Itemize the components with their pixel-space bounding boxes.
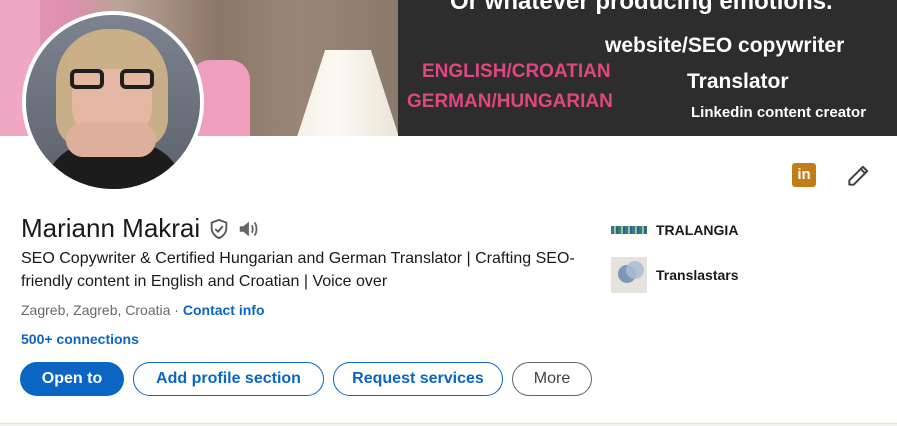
banner-text-english: ENGLISH/CROATIAN xyxy=(422,61,611,82)
connections-link[interactable]: 500+ connections xyxy=(21,331,139,347)
linkedin-badge-icon[interactable]: in xyxy=(792,163,816,187)
add-profile-section-button[interactable]: Add profile section xyxy=(133,362,324,396)
contact-info-link[interactable]: Contact info xyxy=(183,302,265,318)
separator: · xyxy=(170,302,183,318)
banner-text-linkedin: Linkedin content creator xyxy=(691,104,867,121)
company-translastars[interactable]: Translastars xyxy=(611,257,739,293)
tralangia-logo xyxy=(611,212,647,248)
company-tralangia[interactable]: TRALANGIA xyxy=(611,212,738,248)
profile-actions: Open to Add profile section Request serv… xyxy=(20,362,592,396)
profile-name: Mariann Makrai xyxy=(21,213,201,243)
company-name: Translastars xyxy=(656,267,739,283)
banner-chalkboard: Or whatever producing emotions. website/… xyxy=(398,0,897,136)
pencil-icon[interactable] xyxy=(845,163,871,189)
company-name: TRALANGIA xyxy=(656,222,739,238)
profile-photo[interactable] xyxy=(22,11,204,193)
profile-headline: SEO Copywriter & Certified Hungarian and… xyxy=(21,250,575,290)
translastars-logo xyxy=(611,257,647,293)
banner-text-german: GERMAN/HUNGARIAN xyxy=(407,91,613,112)
location-row: Zagreb, Zagreb, Croatia · Contact info xyxy=(21,302,265,318)
request-services-button[interactable]: Request services xyxy=(333,362,503,396)
speaker-icon[interactable] xyxy=(236,218,260,240)
shield-check-icon[interactable] xyxy=(208,218,230,240)
banner-text-seo: website/SEO copywriter xyxy=(605,34,845,57)
banner-text-translator: Translator xyxy=(687,70,789,93)
banner-text-top: Or whatever producing emotions. xyxy=(450,0,833,15)
name-row: Mariann Makrai xyxy=(21,213,260,244)
more-button[interactable]: More xyxy=(512,362,592,396)
open-to-button[interactable]: Open to xyxy=(20,362,124,396)
profile-card: Or whatever producing emotions. website/… xyxy=(0,0,897,424)
lamp-shade xyxy=(296,50,400,136)
profile-location: Zagreb, Zagreb, Croatia xyxy=(21,302,171,318)
